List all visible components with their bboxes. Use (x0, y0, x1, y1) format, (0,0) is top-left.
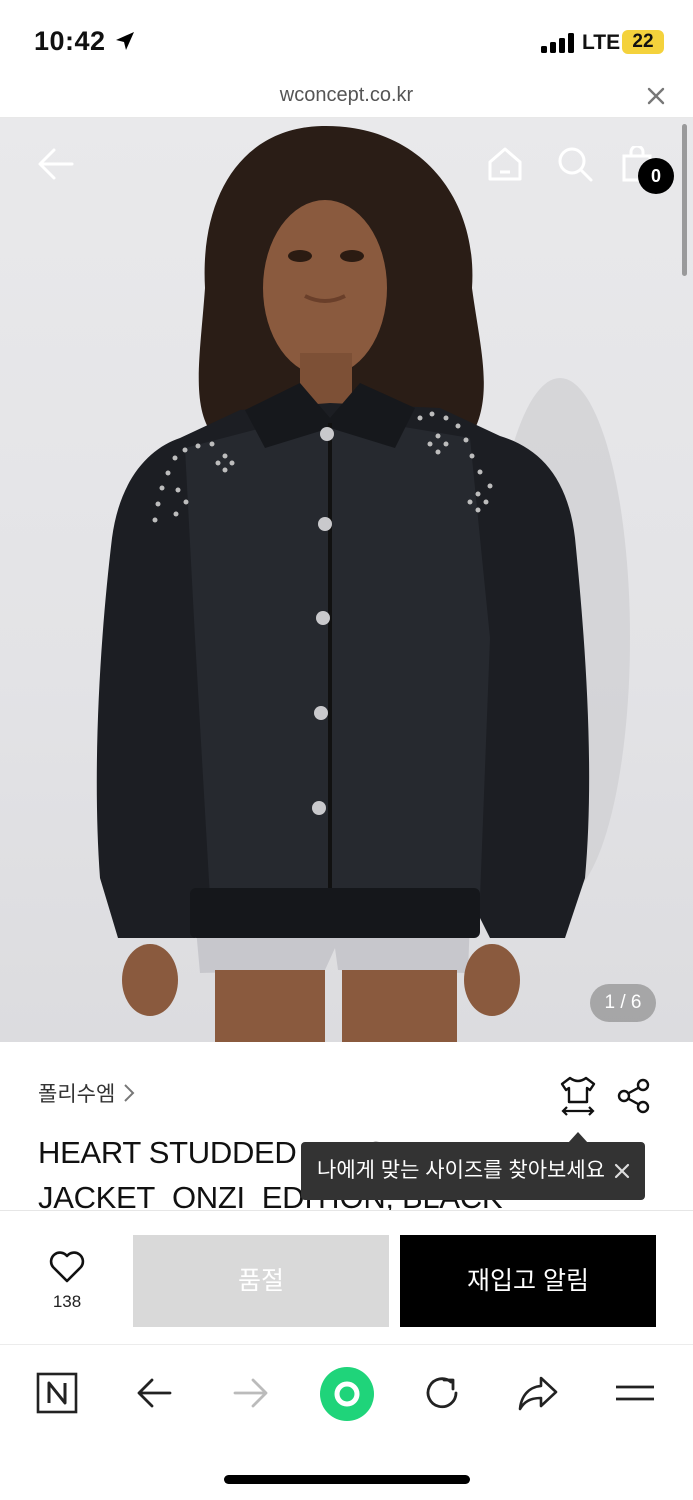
menu-button[interactable] (611, 1371, 659, 1415)
purchase-action-bar: 138 품절 재입고 알림 (0, 1210, 693, 1344)
home-icon[interactable] (486, 146, 524, 182)
tooltip-close-icon[interactable] (613, 1162, 631, 1180)
back-arrow-icon[interactable] (36, 146, 76, 182)
back-nav-button[interactable] (130, 1371, 178, 1415)
reload-button[interactable] (418, 1371, 466, 1415)
chevron-right-icon (124, 1084, 135, 1102)
like-count: 138 (52, 1292, 82, 1311)
reload-icon[interactable] (422, 1373, 462, 1413)
forward-icon[interactable] (231, 1376, 271, 1410)
page-scrollbar[interactable] (682, 124, 687, 276)
size-tooltip: 나에게 맞는 사이즈를 찾아보세요 (301, 1142, 645, 1200)
tooltip-text: 나에게 맞는 사이즈를 찾아보세요 (317, 1159, 605, 1182)
home-indicator[interactable] (224, 1475, 470, 1484)
brand-name[interactable]: 폴리수엠 (38, 1078, 115, 1108)
menu-icon[interactable] (614, 1381, 656, 1405)
signal-icon (541, 33, 574, 53)
location-arrow-icon (116, 32, 134, 50)
url-text[interactable]: wconcept.co.kr (0, 84, 693, 107)
search-icon[interactable] (556, 145, 594, 183)
close-icon[interactable] (645, 85, 667, 107)
size-guide-icon[interactable] (560, 1076, 596, 1116)
gallery-pager: 1 / 6 (590, 984, 656, 1022)
heart-icon[interactable] (49, 1251, 85, 1283)
share-nav-button[interactable] (514, 1371, 562, 1415)
brand-link[interactable]: 폴리수엠 (38, 1078, 135, 1108)
green-dot-button[interactable] (318, 1365, 376, 1423)
share-icon[interactable] (616, 1078, 652, 1114)
like-button[interactable]: 138 (40, 1251, 94, 1312)
url-bar[interactable]: wconcept.co.kr (0, 78, 693, 118)
product-photo (96, 125, 630, 1042)
cart-count-badge[interactable]: 0 (638, 158, 674, 194)
network-type: LTE (582, 31, 621, 54)
product-image-gallery[interactable] (0, 118, 693, 1042)
battery-indicator: 22 (622, 30, 664, 54)
back-arrow-icon[interactable] (134, 1376, 174, 1410)
green-dot-icon[interactable] (319, 1366, 375, 1422)
naver-button[interactable] (33, 1371, 81, 1415)
restock-alert-button[interactable]: 재입고 알림 (400, 1235, 656, 1327)
soldout-button: 품절 (133, 1235, 389, 1327)
status-bar: 10:42 LTE 22 (0, 0, 693, 78)
forward-nav-button[interactable] (227, 1371, 275, 1415)
status-time: 10:42 (34, 26, 106, 56)
naver-icon[interactable] (36, 1372, 78, 1414)
share-arrow-icon[interactable] (517, 1374, 559, 1412)
